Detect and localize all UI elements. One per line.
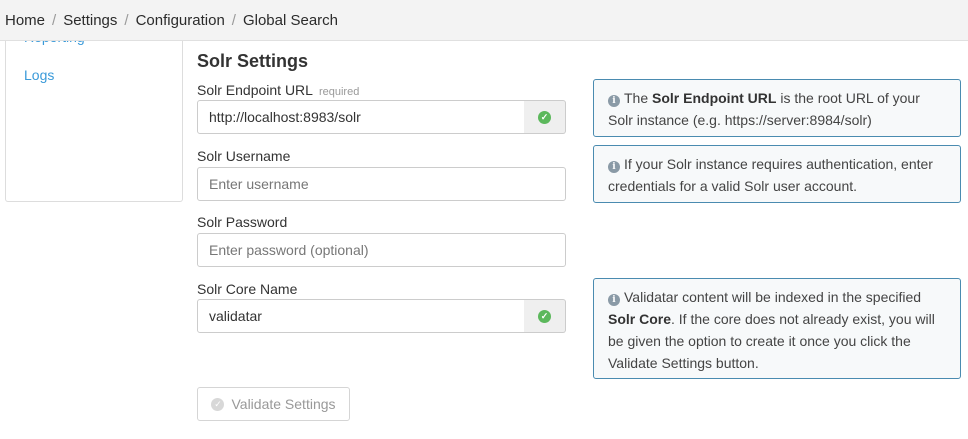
breadcrumb-home[interactable]: Home [5, 12, 45, 29]
breadcrumb-overlay: Home / Settings / Configuration / Global… [0, 0, 968, 41]
sidebar-item-logs[interactable]: Logs [24, 67, 54, 83]
info-icon: i [608, 294, 620, 306]
help-text-bold: Solr Core [608, 311, 672, 327]
endpoint-label-text: Solr Endpoint URL [197, 82, 313, 98]
section-title: Solr Settings [197, 51, 309, 71]
validate-settings-label: Validate Settings [231, 396, 336, 412]
breadcrumb-separator: / [231, 11, 236, 29]
endpoint-label: Solr Endpoint URL required [197, 82, 359, 98]
sidebar: Reporting Logs [5, 29, 183, 202]
help-text: The [624, 90, 653, 106]
check-circle-icon: ✓ [211, 397, 225, 411]
password-input[interactable] [197, 233, 566, 267]
check-circle-icon: ✓ [538, 110, 551, 124]
password-label: Solr Password [197, 214, 288, 230]
help-text-bold: Solr Endpoint URL [652, 90, 777, 106]
endpoint-url-input[interactable] [197, 100, 525, 134]
breadcrumb-settings[interactable]: Settings [63, 12, 117, 29]
breadcrumb-separator: / [124, 11, 129, 29]
core-label: Solr Core Name [197, 281, 298, 297]
username-label: Solr Username [197, 148, 291, 164]
endpoint-valid-addon: ✓ [524, 100, 566, 134]
auth-help-box: i If your Solr instance requires authenti… [593, 145, 961, 203]
core-valid-addon: ✓ [524, 299, 566, 333]
help-text: Validatar content will be indexed in the… [624, 289, 922, 305]
breadcrumb-configuration[interactable]: Configuration [136, 12, 225, 29]
check-circle-icon: ✓ [538, 309, 551, 323]
breadcrumb-separator: / [52, 11, 57, 29]
help-text: If your Solr instance requires authentic… [608, 156, 933, 194]
required-tag: required [318, 86, 360, 98]
endpoint-help-box: i The Solr Endpoint URL is the root URL o… [593, 79, 961, 137]
validate-settings-button[interactable]: ✓ Validate Settings [197, 387, 350, 421]
info-icon: i [608, 161, 620, 173]
breadcrumb-global-search: Global Search [242, 11, 339, 29]
core-name-input[interactable] [197, 299, 525, 333]
info-icon: i [608, 95, 620, 107]
username-input[interactable] [197, 167, 566, 201]
core-help-box: i Validatar content will be indexed in th… [593, 278, 961, 379]
